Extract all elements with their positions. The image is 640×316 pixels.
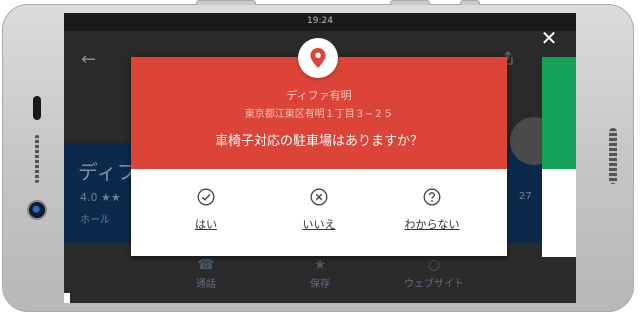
sensor-grille (35, 135, 39, 183)
status-time: 19:24 (307, 16, 333, 26)
camera-button (460, 0, 480, 5)
answer-no-button[interactable]: いいえ (269, 188, 369, 232)
place-title: ディフ (78, 160, 137, 184)
save-label: 保存 (310, 279, 330, 290)
place-category: ホール (80, 215, 110, 226)
question-dialog: ディファ有明 東京都江東区有明１丁目３−２５ 車椅子対応の駐車場はありますか？ … (131, 38, 507, 256)
answer-unknown-label: わからない (404, 218, 460, 231)
website-label: ウェブサイト (404, 279, 464, 290)
screen: 19:24 ← ディフ 4.0 ★★ ホール 27 ☎ 通話 ★ 保存 ○ ウェ… (64, 13, 576, 303)
earpiece-speaker (33, 96, 41, 120)
place-name: ディファ有明 (286, 89, 352, 102)
front-camera (27, 200, 47, 220)
close-icon[interactable]: ✕ (538, 27, 560, 49)
answer-yes-button[interactable]: はい (156, 188, 256, 232)
globe-icon: ○ (427, 257, 441, 273)
answer-yes-label: はい (195, 218, 217, 231)
place-rating: 4.0 ★★ (80, 191, 121, 204)
phone-icon: ☎ (197, 257, 215, 273)
question-text: 車椅子対応の駐車場はありますか？ (214, 134, 423, 149)
x-circle-icon (310, 188, 328, 206)
place-address: 東京都江東区有明１丁目３−２５ (244, 109, 394, 120)
back-arrow-icon[interactable]: ← (81, 49, 96, 70)
next-question-card[interactable] (542, 57, 576, 257)
location-pin-icon (298, 38, 338, 78)
place-distance: 27 (519, 191, 532, 202)
star-icon: ★ (313, 257, 327, 273)
next-card-header (542, 57, 576, 169)
call-action[interactable]: ☎ 通話 (176, 257, 236, 290)
answer-no-label: いいえ (302, 218, 336, 231)
answer-unknown-button[interactable]: わからない (382, 188, 482, 232)
bottom-speaker (609, 128, 617, 184)
save-action[interactable]: ★ 保存 (290, 257, 350, 290)
phone-frame: 19:24 ← ディフ 4.0 ★★ ホール 27 ☎ 通話 ★ 保存 ○ ウェ… (0, 0, 640, 316)
power-button (390, 0, 430, 5)
question-circle-icon (423, 188, 441, 206)
volume-button (196, 0, 256, 5)
website-action[interactable]: ○ ウェブサイト (384, 257, 484, 290)
nav-strip (64, 293, 70, 303)
check-circle-icon (197, 188, 215, 206)
call-label: 通話 (196, 279, 216, 290)
